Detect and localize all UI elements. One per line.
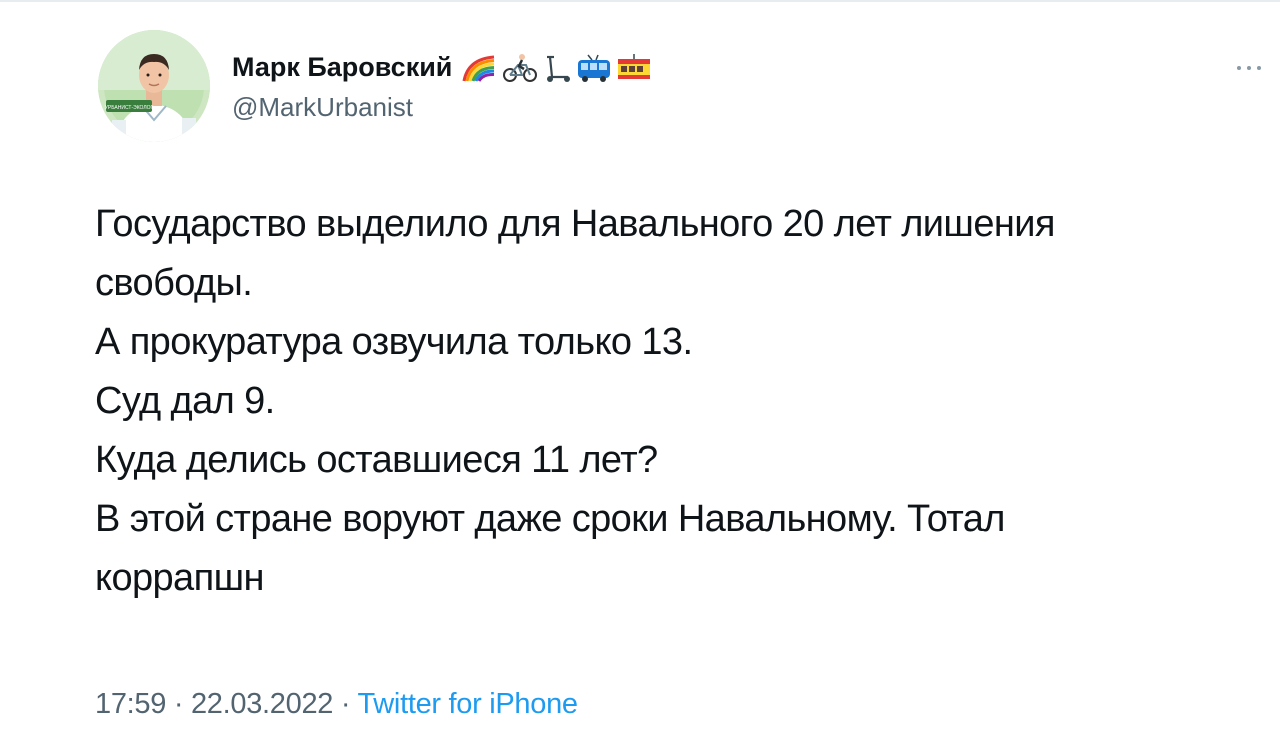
name-emojis [460, 53, 652, 83]
tweet-line: А прокуратура озвучила только 13. [95, 321, 693, 363]
tweet-line: коррапшн [95, 557, 264, 599]
tweet-line: свободы. [95, 262, 253, 304]
avatar-badge-text: УРБАНИСТ-ЭКОЛОГ [105, 105, 154, 111]
tram-icon [618, 53, 651, 79]
tweet-line: Суд дал 9. [95, 380, 275, 422]
avatar-image: УРБАНИСТ-ЭКОЛОГ [98, 30, 210, 142]
meta-separator: · [333, 688, 358, 720]
author-name-text: Марк Баровский [232, 52, 453, 82]
tweet-source-link[interactable]: Twitter for iPhone [357, 688, 578, 720]
tweet-line: Государство выделило для Навального 20 л… [95, 203, 1055, 245]
cyclist-icon [503, 53, 538, 82]
rainbow-icon [462, 55, 495, 82]
scooter-icon [547, 55, 571, 82]
tweet-line: В этой стране воруют даже сроки Навально… [95, 498, 1005, 540]
tweet-meta: 17:59 · 22.03.2022 · Twitter for iPhone [95, 688, 578, 721]
author-display-name[interactable]: Марк Баровский [232, 52, 652, 83]
tweet-text: Государство выделило для Навального 20 л… [95, 195, 1225, 608]
tweet-date[interactable]: 22.03.2022 [191, 688, 333, 720]
more-options-button[interactable] [1232, 58, 1266, 78]
avatar[interactable]: УРБАНИСТ-ЭКОЛОГ [98, 30, 210, 142]
author-handle[interactable]: @MarkUrbanist [232, 92, 413, 123]
tweet-line: Куда делись оставшиеся 11 лет? [95, 439, 658, 481]
top-divider [0, 0, 1280, 2]
more-dots-icon [1237, 66, 1261, 70]
bus-icon [578, 54, 611, 82]
tweet-time[interactable]: 17:59 [95, 688, 166, 720]
meta-separator: · [166, 688, 191, 720]
